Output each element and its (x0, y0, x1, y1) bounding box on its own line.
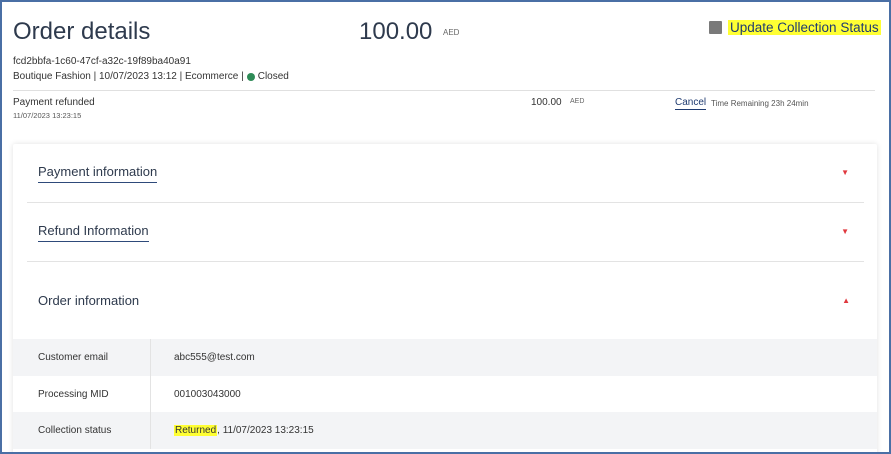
order-status: Closed (257, 71, 289, 82)
update-collection-status-button[interactable]: Update Collection Status (709, 20, 881, 35)
row-key: Processing MID (13, 376, 151, 413)
caret-down-icon[interactable]: ▼ (841, 168, 849, 177)
time-remaining: Time Remaining 23h 24min (711, 99, 809, 108)
page-title: Order details (13, 18, 151, 45)
collection-status-value: Returned (174, 425, 218, 436)
section-title: Refund Information (38, 223, 149, 242)
order-meta-text: Boutique Fashion | 10/07/2023 13:12 | Ec… (13, 71, 244, 82)
divider (13, 90, 875, 91)
transaction-currency: AED (570, 98, 585, 105)
table-row: Collection status Returned, 11/07/2023 1… (13, 412, 877, 449)
order-details-page: Order details 100.00 AED Update Collecti… (0, 0, 891, 454)
transaction-amount: 100.00 (531, 97, 562, 108)
update-collection-status-label: Update Collection Status (728, 20, 881, 35)
status-dot-icon (246, 72, 255, 81)
transaction-timestamp: 11/07/2023 13:23:15 (13, 111, 82, 120)
details-panel: Payment information ▼ Refund Information… (13, 144, 877, 452)
section-order-information[interactable]: Order information (38, 293, 139, 308)
order-id: fcd2bbfa-1c60-47cf-a32c-19f89ba40a91 (13, 56, 191, 67)
row-key: Customer email (13, 339, 151, 376)
row-value: Returned, 11/07/2023 13:23:15 (151, 425, 314, 436)
order-amount: 100.00 (359, 18, 433, 45)
section-title: Payment information (38, 164, 158, 183)
table-row: Processing MID 001003043000 (13, 376, 877, 413)
row-value: 001003043000 (174, 389, 241, 400)
order-currency: AED (443, 28, 460, 37)
transaction-label: Payment refunded (13, 97, 95, 108)
checkbox-icon[interactable] (709, 21, 722, 34)
row-key: Collection status (13, 412, 151, 449)
caret-up-icon[interactable]: ▲ (842, 296, 850, 305)
section-refund-information[interactable]: Refund Information ▼ (27, 203, 864, 262)
collection-status-timestamp: , 11/07/2023 13:23:15 (217, 425, 314, 436)
table-row: Customer email abc555@test.com (13, 339, 877, 376)
row-value: abc555@test.com (174, 352, 255, 363)
section-payment-information[interactable]: Payment information ▼ (27, 144, 864, 203)
order-meta: Boutique Fashion | 10/07/2023 13:12 | Ec… (13, 71, 289, 82)
caret-down-icon[interactable]: ▼ (841, 227, 849, 236)
cancel-button[interactable]: Cancel (675, 97, 707, 110)
